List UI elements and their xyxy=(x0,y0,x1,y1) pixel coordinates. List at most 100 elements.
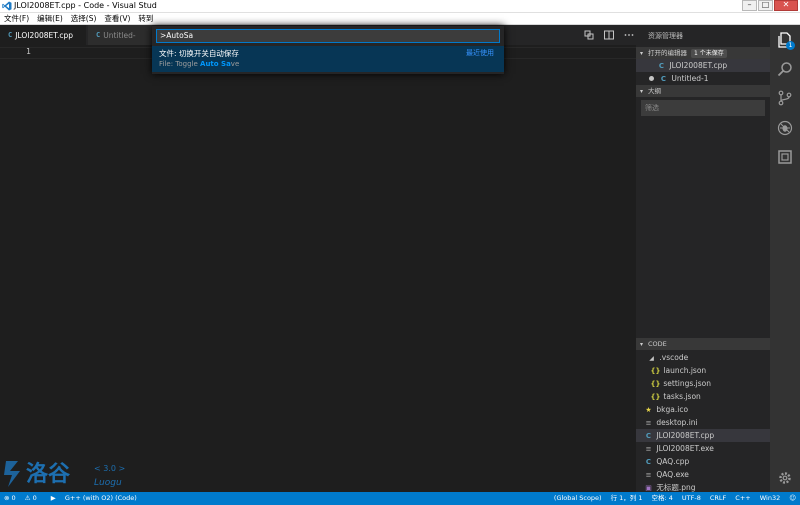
ellipsis-icon xyxy=(624,34,634,36)
menu-edit[interactable]: 编辑(E) xyxy=(33,13,67,24)
command-detail-match: Auto Sa xyxy=(200,60,231,68)
open-editor-label: JLOI2008ET.cpp xyxy=(669,61,728,70)
tree-item-file[interactable]: {} settings.json xyxy=(636,377,770,390)
command-detail-prefix: File: Toggle xyxy=(159,60,201,68)
outline-filter-input[interactable]: 筛选 xyxy=(641,100,765,116)
extensions-icon xyxy=(778,150,792,164)
scope-indicator[interactable]: (Global Scope) xyxy=(554,492,602,505)
tree-item-folder[interactable]: ◢ .vscode xyxy=(636,351,770,364)
explorer-title: 资源管理器 xyxy=(648,32,683,40)
cursor-position[interactable]: 行 1，列 1 xyxy=(611,492,643,505)
error-count: 0 xyxy=(11,494,16,502)
unsaved-badge: 1 个未保存 xyxy=(691,49,727,58)
eol-indicator[interactable]: CRLF xyxy=(710,492,726,505)
open-editors-header[interactable]: ▾ 打开的编辑器 1 个未保存 xyxy=(636,47,770,59)
open-editor-label: Untitled-1 xyxy=(671,74,709,83)
tree-item-file[interactable]: ≡ desktop.ini xyxy=(636,416,770,429)
outline-header[interactable]: ▾ 大纲 xyxy=(636,85,770,97)
tab-untitled[interactable]: C Untitled- xyxy=(88,25,152,45)
status-right: (Global Scope) 行 1，列 1 空格: 4 UTF-8 CRLF … xyxy=(545,492,796,505)
c-file-icon: C xyxy=(96,31,101,39)
activity-extensions[interactable] xyxy=(774,146,796,168)
tree-item-file[interactable]: ≡ JLOI2008ET.exe xyxy=(636,442,770,455)
window-controls: – □ ✕ xyxy=(741,0,798,12)
recently-used-tag: 最近使用 xyxy=(466,49,494,57)
search-icon xyxy=(777,62,792,77)
unsaved-dot-icon xyxy=(649,76,654,81)
tree-item-label: QAQ.cpp xyxy=(656,457,690,466)
menu-selection[interactable]: 选择(S) xyxy=(67,13,101,24)
tree-item-label: .vscode xyxy=(659,353,689,362)
tree-item-file[interactable]: ★ bkga.ico xyxy=(636,403,770,416)
open-changes-button[interactable] xyxy=(582,28,596,42)
outline-label: 大纲 xyxy=(648,87,661,95)
tree-item-label: desktop.ini xyxy=(656,418,698,427)
smiley-feedback-icon[interactable]: ☺ xyxy=(789,492,796,505)
minimize-button[interactable]: – xyxy=(742,0,757,11)
command-result-toggle-autosave[interactable]: 文件: 切换开关自动保存 最近使用 File: Toggle Auto Save xyxy=(152,46,504,72)
open-editors-label: 打开的编辑器 xyxy=(648,49,687,57)
vscode-logo-icon xyxy=(2,1,12,11)
tree-item-label: QAQ.exe xyxy=(656,470,689,479)
tree-item-file[interactable]: {} tasks.json xyxy=(636,390,770,403)
problems-indicator[interactable]: ⊗ 0 ⚠ 0 xyxy=(4,492,44,505)
tree-item-label: JLOI2008ET.exe xyxy=(656,444,714,453)
tab-label: Untitled- xyxy=(103,30,136,40)
menu-file[interactable]: 文件(F) xyxy=(0,13,33,24)
more-actions-button[interactable] xyxy=(622,28,636,42)
play-icon: ▶ xyxy=(50,494,56,502)
menu-view[interactable]: 查看(V) xyxy=(100,13,134,24)
tab-label: JLOI2008ET.cpp xyxy=(15,30,74,40)
menu-go[interactable]: 转到 xyxy=(134,13,157,24)
split-editor-button[interactable] xyxy=(602,28,616,42)
explorer-sidebar: 资源管理器 ▾ 打开的编辑器 1 个未保存 C JLOI2008ET.cpp C U… xyxy=(636,25,770,492)
folder-label: CODE xyxy=(648,340,667,348)
watermark-version: < 3.0 > xyxy=(94,464,125,473)
indentation-indicator[interactable]: 空格: 4 xyxy=(652,492,673,505)
warning-count: 0 xyxy=(32,494,37,502)
command-palette: >AutoSa 文件: 切换开关自动保存 最近使用 File: Toggle A… xyxy=(152,26,504,74)
tree-item-label: 无标题.png xyxy=(656,483,696,492)
activity-source-control[interactable] xyxy=(774,87,796,109)
open-changes-icon xyxy=(584,30,594,40)
encoding-indicator[interactable]: UTF-8 xyxy=(682,492,701,505)
tree-item-label: tasks.json xyxy=(663,392,701,401)
tree-item-label: bkga.ico xyxy=(656,405,689,414)
platform-indicator[interactable]: Win32 xyxy=(760,492,780,505)
run-task-label: G++ (with O2) (Code) xyxy=(64,494,137,502)
tree-item-file[interactable]: ≡ QAQ.exe xyxy=(636,468,770,481)
explorer-badge: 1 xyxy=(786,41,795,50)
activity-search[interactable] xyxy=(774,58,796,80)
open-editor-item[interactable]: C Untitled-1 xyxy=(636,72,770,85)
close-button[interactable]: ✕ xyxy=(774,0,798,11)
tab-jloi2008et-cpp[interactable]: C JLOI2008ET.cpp xyxy=(0,25,86,45)
editor-area[interactable]: 1 洛谷 < 3.0 > Luogu xyxy=(0,45,636,492)
activity-bar: 1 xyxy=(770,25,800,492)
tree-item-label: settings.json xyxy=(663,379,712,388)
tree-item-file[interactable]: C JLOI2008ET.cpp xyxy=(636,429,770,442)
debug-icon xyxy=(777,120,793,136)
window-title-bar: JLOI2008ET.cpp - Code - Visual Stud – □ … xyxy=(0,0,800,13)
language-mode[interactable]: C++ xyxy=(735,492,750,505)
activity-manage[interactable] xyxy=(774,467,796,489)
split-editor-icon xyxy=(604,30,614,40)
run-task-button[interactable]: ▶ G++ (with O2) (Code) xyxy=(51,492,144,505)
tree-item-file[interactable]: C QAQ.cpp xyxy=(636,455,770,468)
window-title: JLOI2008ET.cpp - Code - Visual Stud xyxy=(14,1,157,10)
close-icon: ✕ xyxy=(782,0,790,9)
activity-explorer[interactable]: 1 xyxy=(774,29,796,51)
tree-item-file[interactable]: {} launch.json xyxy=(636,364,770,377)
maximize-button[interactable]: □ xyxy=(758,0,773,11)
c-file-icon: C xyxy=(8,31,13,39)
folder-header-code[interactable]: ▾ CODE xyxy=(636,338,770,350)
activity-debug[interactable] xyxy=(774,117,796,139)
line-number: 1 xyxy=(26,47,31,56)
chevron-down-icon: ▾ xyxy=(640,88,644,95)
open-editor-item[interactable]: C JLOI2008ET.cpp xyxy=(636,59,770,72)
command-title: 文件: 切换开关自动保存 xyxy=(159,49,239,58)
editor-actions xyxy=(576,25,636,45)
minimize-icon: – xyxy=(747,0,752,9)
source-control-icon xyxy=(778,90,792,106)
chevron-down-icon: ▾ xyxy=(640,341,644,348)
command-palette-input[interactable]: >AutoSa xyxy=(156,29,500,43)
